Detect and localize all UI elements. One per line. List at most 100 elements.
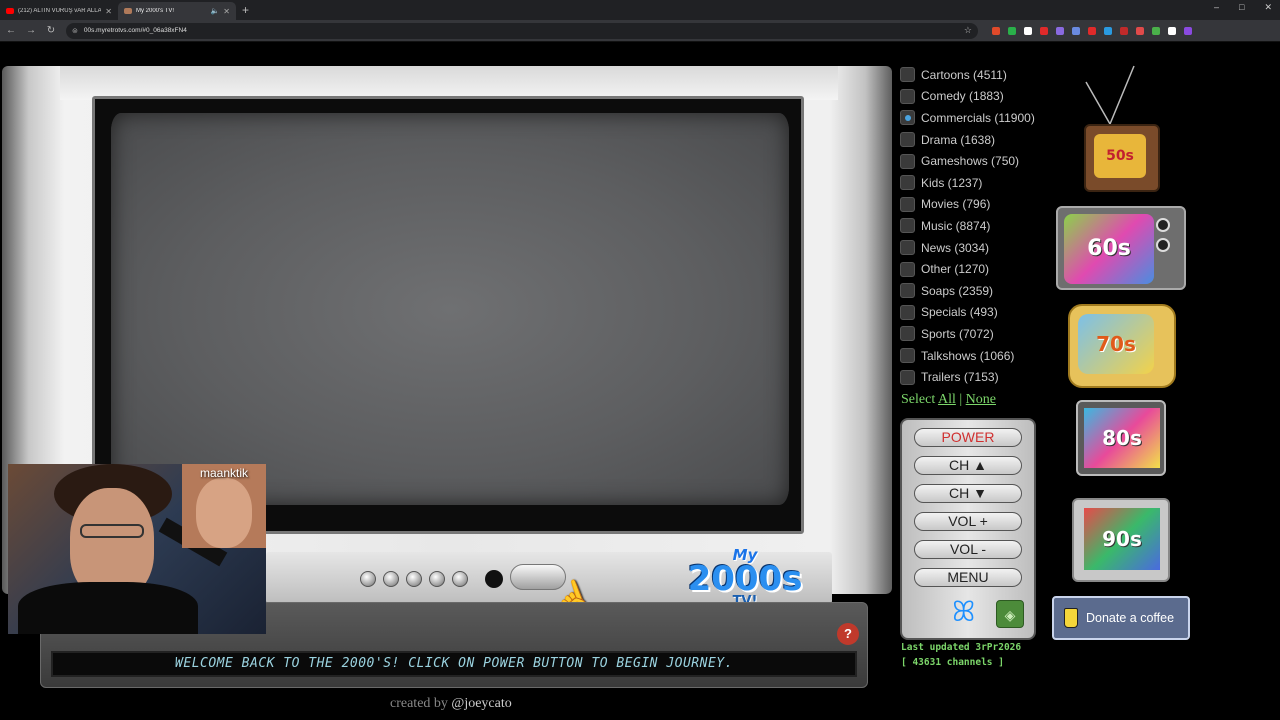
tv-knob[interactable] [452, 571, 468, 587]
tab-youtube[interactable]: (212) ALTIN VURUŞ vAR ALLAH ✕ [0, 2, 118, 20]
extension-icon[interactable] [1104, 26, 1112, 35]
extension-icon[interactable] [1008, 26, 1016, 35]
decade-tv-80s[interactable]: 80s [1076, 400, 1166, 476]
category-label: Other (1270) [921, 262, 990, 277]
select-all-link[interactable]: All [938, 392, 956, 407]
category-item[interactable]: Kids (1237) [900, 172, 1050, 194]
forward-button[interactable]: → [22, 25, 40, 36]
category-checkbox[interactable] [900, 132, 915, 148]
site-info-icon[interactable]: ⊜ [72, 27, 78, 35]
category-item[interactable]: Commercials (11900) [900, 107, 1050, 129]
extension-icon[interactable] [1040, 26, 1048, 35]
category-checkbox[interactable] [900, 304, 915, 320]
category-item[interactable]: Talkshows (1066) [900, 345, 1050, 367]
category-item[interactable]: Other (1270) [900, 258, 1050, 280]
donate-coffee-button[interactable]: Donate a coffee [1052, 596, 1190, 640]
extension-icon[interactable] [1088, 26, 1096, 35]
extension-icon[interactable] [1168, 26, 1176, 35]
minimize-button[interactable]: – [1214, 2, 1219, 13]
category-checkbox[interactable] [900, 283, 915, 299]
channel-down-button[interactable]: CH ▼ [914, 484, 1022, 503]
new-tab-button[interactable]: + [242, 3, 249, 17]
category-checkbox[interactable] [900, 218, 915, 234]
tv-knob[interactable] [406, 571, 422, 587]
extension-icon[interactable] [1152, 26, 1160, 35]
credit-handle-link[interactable]: @joeycato [451, 696, 511, 711]
category-item[interactable]: News (3034) [900, 237, 1050, 259]
category-checkbox[interactable] [900, 175, 915, 191]
url-field[interactable]: ⊜ 00s.myretrotvs.com/#0_06a38xFN4 ☆ [66, 22, 978, 39]
category-item[interactable]: Comedy (1883) [900, 86, 1050, 108]
volume-down-button[interactable]: VOL - [914, 540, 1022, 559]
category-checkbox[interactable] [900, 261, 915, 277]
category-checkbox[interactable] [900, 110, 915, 126]
category-label: News (3034) [921, 240, 990, 255]
reload-button[interactable]: ↻ [42, 25, 60, 36]
category-item[interactable]: Music (8874) [900, 215, 1050, 237]
category-checkbox[interactable] [900, 196, 915, 212]
category-item[interactable]: Cartoons (4511) [900, 64, 1050, 86]
streamer-glasses [80, 524, 144, 538]
tab-title: My 2000's TV! [136, 8, 175, 14]
category-item[interactable]: Movies (796) [900, 194, 1050, 216]
tv-power-knob[interactable] [485, 570, 503, 588]
menu-button[interactable]: MENU [914, 568, 1022, 587]
help-button[interactable]: ? [837, 623, 859, 645]
tv50-screen: 50s [1094, 134, 1146, 178]
power-button[interactable]: POWER [914, 428, 1022, 447]
tv-knob[interactable] [360, 571, 376, 587]
decade-tv-70s[interactable]: 70s [1068, 304, 1176, 388]
channel-up-button[interactable]: CH ▲ [914, 456, 1022, 475]
category-checkbox[interactable] [900, 67, 915, 83]
extension-icon[interactable] [1024, 26, 1032, 35]
extension-icon[interactable] [1056, 26, 1064, 35]
green-cube-icon[interactable]: ◈ [996, 600, 1024, 628]
category-item[interactable]: Soaps (2359) [900, 280, 1050, 302]
category-label: Talkshows (1066) [921, 348, 1015, 363]
close-tab-icon[interactable]: ✕ [105, 7, 112, 16]
category-label: Cartoons (4511) [921, 67, 1007, 82]
category-item[interactable]: Gameshows (750) [900, 150, 1050, 172]
category-item[interactable]: Sports (7072) [900, 323, 1050, 345]
select-row: Select All | None [901, 392, 996, 408]
volume-up-button[interactable]: VOL + [914, 512, 1022, 531]
decade-tv-90s[interactable]: 90s [1072, 498, 1170, 582]
tab-my-2000s-tv[interactable]: My 2000's TV! 🔈 ✕ [118, 2, 236, 20]
inset-face [196, 478, 252, 548]
category-item[interactable]: Specials (493) [900, 302, 1050, 324]
antenna-icon [1085, 65, 1135, 125]
category-checkbox[interactable] [900, 153, 915, 169]
tv80-screen: 80s [1084, 408, 1160, 468]
tv70-screen: 70s [1078, 314, 1154, 374]
extension-icon[interactable] [1136, 26, 1144, 35]
bluesky-butterfly-icon[interactable]: ꕤ [952, 596, 975, 628]
tv-screen[interactable] [111, 113, 789, 505]
category-list: Cartoons (4511) Comedy (1883) Commercials … [900, 64, 1050, 388]
speaker-icon[interactable]: 🔈 [211, 7, 220, 15]
extension-icon[interactable] [1120, 26, 1128, 35]
decade-tv-60s[interactable]: 60s [1056, 206, 1186, 290]
category-checkbox[interactable] [900, 326, 915, 342]
category-checkbox[interactable] [900, 369, 915, 385]
extension-icon[interactable] [992, 26, 1000, 35]
category-checkbox[interactable] [900, 88, 915, 104]
category-item[interactable]: Trailers (7153) [900, 366, 1050, 388]
tv-knob[interactable] [429, 571, 445, 587]
back-button[interactable]: ← [2, 25, 20, 36]
category-checkbox[interactable] [900, 348, 915, 364]
category-item[interactable]: Drama (1638) [900, 129, 1050, 151]
category-checkbox[interactable] [900, 240, 915, 256]
bookmark-star-icon[interactable]: ☆ [964, 25, 972, 36]
extension-icon[interactable] [1184, 26, 1192, 35]
select-none-link[interactable]: None [966, 392, 996, 407]
tv-knob[interactable] [383, 571, 399, 587]
close-window-button[interactable]: ✕ [1264, 2, 1272, 13]
tv60-screen: 60s [1064, 214, 1154, 284]
maximize-button[interactable]: □ [1239, 2, 1244, 13]
page: ☝ My 2000s TV! ? WELCOME BACK TO THE 200… [0, 42, 1280, 720]
close-tab-icon[interactable]: ✕ [223, 7, 230, 16]
extension-icon[interactable] [1072, 26, 1080, 35]
youtube-icon [6, 8, 14, 14]
decade-tv-50s[interactable]: 50s [1084, 124, 1160, 192]
browser-tab-bar: (212) ALTIN VURUŞ vAR ALLAH ✕ My 2000's … [0, 0, 1280, 20]
